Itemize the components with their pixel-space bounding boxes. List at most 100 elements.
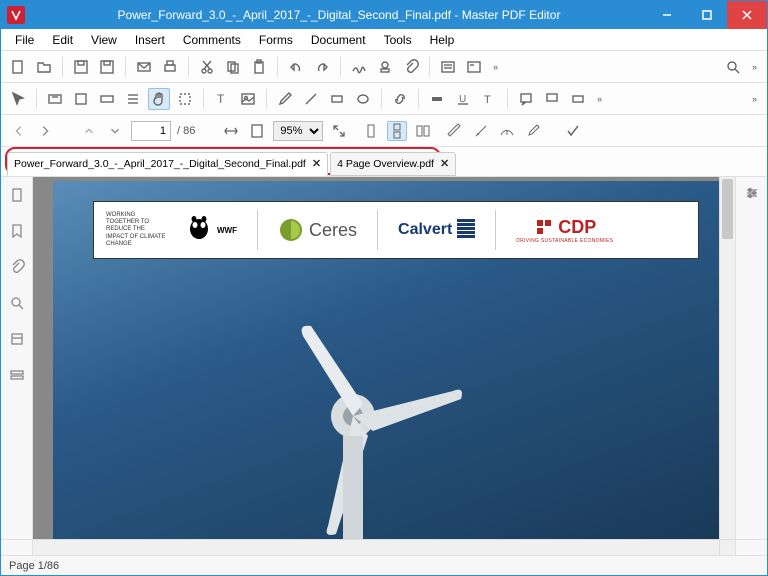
search-panel-icon[interactable] [7,293,27,313]
menu-tools[interactable]: Tools [376,31,420,49]
window-title: Power_Forward_3.0_-_April_2017_-_Digital… [31,8,647,22]
close-icon[interactable]: ✕ [312,157,321,170]
hand-icon[interactable] [148,88,170,110]
highlight-icon[interactable] [426,88,448,110]
grid-icon[interactable] [471,121,491,141]
edit-list-icon[interactable] [122,88,144,110]
menubar: File Edit View Insert Comments Forms Doc… [1,29,767,51]
toolbar2-overflow-icon[interactable]: » [593,94,606,104]
signature-icon[interactable] [348,56,370,78]
page-up-icon[interactable] [79,121,99,141]
document-viewer[interactable]: WORKING TOGETHER TO REDUCE THE IMPACT OF… [33,177,735,539]
fit-page-icon[interactable] [247,121,267,141]
shape-annot-icon[interactable] [567,88,589,110]
attach-icon[interactable] [400,56,422,78]
page-down-icon[interactable] [105,121,125,141]
redo-icon[interactable] [311,56,333,78]
maximize-button[interactable] [687,1,727,29]
menu-help[interactable]: Help [422,31,463,49]
scrollbar-thumb[interactable] [722,179,733,239]
fields-icon[interactable] [7,365,27,385]
link-icon[interactable] [389,88,411,110]
copy-icon[interactable] [222,56,244,78]
toolbar-overflow-icon[interactable]: » [489,62,502,72]
menu-forms[interactable]: Forms [251,31,301,49]
check-icon[interactable] [563,121,583,141]
next-page-icon[interactable] [35,121,55,141]
print-icon[interactable] [159,56,181,78]
toolbar-overflow2-icon[interactable]: » [748,62,761,72]
facing-page-icon[interactable] [413,121,433,141]
layers-icon[interactable] [7,329,27,349]
save-as-icon[interactable] [96,56,118,78]
ellipse-icon[interactable] [352,88,374,110]
single-page-icon[interactable] [361,121,381,141]
measure-icon[interactable] [497,121,517,141]
toolbar2-overflow2-icon[interactable]: » [748,94,761,104]
rect-icon[interactable] [326,88,348,110]
pointer-icon[interactable] [7,88,29,110]
save-icon[interactable] [70,56,92,78]
form2-icon[interactable] [463,56,485,78]
thumbnails-icon[interactable] [7,185,27,205]
app-window: Power_Forward_3.0_-_April_2017_-_Digital… [0,0,768,576]
statusbar: Page 1/86 [1,555,767,575]
main-area: WORKING TOGETHER TO REDUCE THE IMPACT OF… [1,177,767,539]
line-icon[interactable] [300,88,322,110]
new-icon[interactable] [7,56,29,78]
scrollbar-horizontal[interactable] [33,539,719,555]
status-page: Page 1/86 [9,560,59,572]
sidebar-right [735,177,767,539]
logo-banner: WORKING TOGETHER TO REDUCE THE IMPACT OF… [93,201,699,259]
titlebar: Power_Forward_3.0_-_April_2017_-_Digital… [1,1,767,29]
pencil-icon[interactable] [274,88,296,110]
calvert-logo: Calvert [398,219,475,241]
tab-document-2[interactable]: 4 Page Overview.pdf ✕ [330,152,456,176]
menu-comments[interactable]: Comments [175,31,249,49]
page-number-input[interactable] [131,121,171,141]
edit-obj-icon[interactable] [70,88,92,110]
callout-icon[interactable] [541,88,563,110]
prev-page-icon[interactable] [9,121,29,141]
select-icon[interactable] [174,88,196,110]
zoom-reset-icon[interactable] [329,121,349,141]
ruler-icon[interactable] [445,121,465,141]
tab-document-1[interactable]: Power_Forward_3.0_-_April_2017_-_Digital… [7,152,328,176]
close-icon[interactable]: ✕ [440,157,449,170]
document-tabs: Power_Forward_3.0_-_April_2017_-_Digital… [1,147,767,177]
minimize-button[interactable] [647,1,687,29]
stamp-icon[interactable] [374,56,396,78]
toolbar-main: » » [1,51,767,83]
form-icon[interactable] [437,56,459,78]
open-icon[interactable] [33,56,55,78]
eyedropper-icon[interactable] [523,121,543,141]
menu-document[interactable]: Document [303,31,374,49]
attachments-icon[interactable] [7,257,27,277]
menu-edit[interactable]: Edit [44,31,81,49]
menu-insert[interactable]: Insert [127,31,173,49]
properties-icon[interactable] [744,185,760,206]
svg-text:T: T [217,92,225,106]
close-button[interactable] [727,1,767,29]
menu-file[interactable]: File [7,31,42,49]
tab-label: 4 Page Overview.pdf [337,158,434,170]
continuous-page-icon[interactable] [387,121,407,141]
image-tool-icon[interactable] [237,88,259,110]
scrollbar-vertical[interactable] [719,177,735,539]
paste-icon[interactable] [248,56,270,78]
email-icon[interactable] [133,56,155,78]
undo-icon[interactable] [285,56,307,78]
text-tool-icon[interactable]: T [211,88,233,110]
underline-icon[interactable]: U [452,88,474,110]
cut-icon[interactable] [196,56,218,78]
menu-view[interactable]: View [83,31,125,49]
edit-text-icon[interactable] [44,88,66,110]
zoom-select[interactable]: 95% [273,121,323,141]
fit-width-icon[interactable] [221,121,241,141]
bookmarks-icon[interactable] [7,221,27,241]
search-icon[interactable] [722,56,744,78]
edit-form-icon[interactable] [96,88,118,110]
tab-label: Power_Forward_3.0_-_April_2017_-_Digital… [14,158,306,170]
note-icon[interactable] [515,88,537,110]
text-annot-icon[interactable]: T [478,88,500,110]
